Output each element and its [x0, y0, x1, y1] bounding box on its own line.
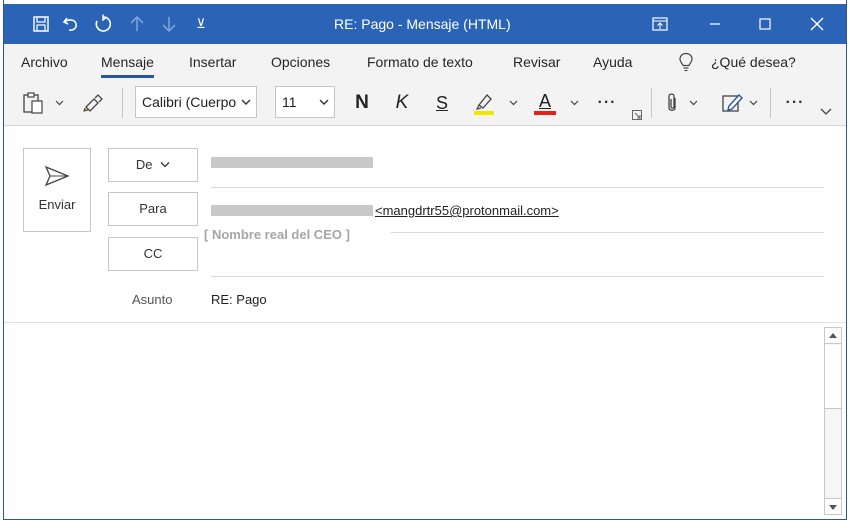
scroll-down-arrow-icon[interactable] — [825, 498, 841, 514]
redo-icon[interactable] — [88, 4, 118, 44]
attach-dropdown-chevron-icon[interactable] — [686, 88, 700, 118]
tab-opciones[interactable]: Opciones — [271, 44, 330, 80]
lightbulb-icon — [678, 52, 698, 72]
ceo-name-annotation: [ Nombre real del CEO ] — [204, 227, 350, 242]
font-name-select[interactable]: Calibri (Cuerpo — [135, 86, 257, 118]
redacted-sender-name — [211, 205, 373, 216]
save-icon[interactable] — [26, 4, 56, 44]
customize-toolbar-icon[interactable]: ⊻ — [186, 4, 216, 44]
from-field-rule — [211, 187, 824, 188]
font-size-select[interactable]: 11 — [275, 86, 335, 118]
dialog-launcher-icon[interactable] — [630, 108, 644, 122]
next-item-icon[interactable] — [154, 4, 184, 44]
close-icon[interactable] — [794, 4, 840, 44]
more-commands-button[interactable]: ··· — [782, 88, 808, 118]
tab-formato-de-texto[interactable]: Formato de texto — [367, 44, 473, 80]
undo-icon[interactable] — [56, 4, 86, 44]
format-painter-icon[interactable] — [80, 88, 106, 118]
scroll-thumb[interactable] — [825, 345, 841, 409]
tab-revisar[interactable]: Revisar — [513, 44, 560, 80]
tab-mensaje[interactable]: Mensaje — [101, 44, 154, 80]
signature-icon[interactable] — [720, 88, 746, 118]
ribbon-display-icon[interactable] — [637, 4, 683, 44]
ribbon-separator — [122, 88, 123, 118]
expand-ribbon-chevron-icon[interactable] — [818, 102, 834, 122]
title-bar: ⊻ RE: Pago - Mensaje (HTML) — [4, 4, 846, 44]
subject-label: Asunto — [132, 292, 173, 307]
vertical-scrollbar[interactable] — [824, 327, 842, 515]
highlight-icon[interactable] — [469, 88, 499, 118]
from-label: De — [135, 157, 153, 172]
send-icon — [24, 165, 90, 187]
more-font-options-button[interactable]: ··· — [594, 88, 620, 118]
compose-header: Enviar De Para CC Asunto <mangdrtr55@pro… — [4, 126, 846, 322]
signature-dropdown-chevron-icon[interactable] — [746, 88, 760, 118]
message-body[interactable] — [4, 322, 846, 519]
minimize-icon[interactable] — [692, 4, 738, 44]
subject-field[interactable]: RE: Pago — [211, 292, 267, 307]
send-button[interactable]: Enviar — [23, 148, 91, 232]
ribbon-tabs: Archivo Mensaje Insertar Opciones Format… — [4, 44, 846, 80]
font-color-letter: A — [538, 91, 551, 111]
font-size-value: 11 — [282, 94, 297, 110]
to-button[interactable]: Para — [108, 192, 198, 226]
cc-button[interactable]: CC — [108, 237, 198, 271]
redacted-from-address — [211, 157, 373, 168]
bold-button[interactable]: N — [350, 88, 374, 118]
paste-dropdown-chevron-icon[interactable] — [52, 88, 66, 118]
maximize-icon[interactable] — [742, 4, 788, 44]
font-color-swatch — [534, 111, 556, 115]
tab-insertar[interactable]: Insertar — [189, 44, 236, 80]
tell-me-search[interactable]: ¿Qué desea? — [711, 44, 796, 80]
window-title: RE: Pago - Mensaje (HTML) — [334, 16, 511, 32]
chevron-down-icon — [160, 157, 170, 172]
tab-ayuda[interactable]: Ayuda — [593, 44, 632, 80]
chevron-down-icon — [319, 87, 329, 127]
highlight-dropdown-chevron-icon[interactable] — [506, 88, 520, 118]
format-group: N K S A ··· ··· — [344, 80, 844, 126]
cc-field-rule[interactable] — [211, 276, 824, 277]
font-color-dropdown-chevron-icon[interactable] — [567, 88, 581, 118]
underline-button[interactable]: S — [430, 88, 454, 118]
background-window-strip — [0, 520, 850, 528]
to-address[interactable]: <mangdrtr55@protonmail.com> — [375, 203, 559, 218]
paste-icon[interactable] — [20, 88, 46, 118]
font-name-value: Calibri (Cuerpo — [142, 94, 237, 110]
outlook-message-window: ⊻ RE: Pago - Mensaje (HTML) Archivo Mens… — [3, 0, 847, 520]
scroll-up-arrow-icon[interactable] — [825, 328, 841, 344]
attach-file-icon[interactable] — [662, 88, 682, 118]
to-field-rule — [391, 232, 824, 233]
tab-archivo[interactable]: Archivo — [21, 44, 68, 80]
font-color-button[interactable]: A — [532, 88, 558, 118]
ribbon-separator — [770, 88, 771, 118]
from-button[interactable]: De — [108, 148, 198, 182]
italic-button[interactable]: K — [390, 88, 414, 118]
chevron-down-icon — [241, 87, 251, 127]
ribbon-separator — [651, 88, 652, 118]
send-label: Enviar — [38, 197, 76, 212]
previous-item-icon[interactable] — [122, 4, 152, 44]
